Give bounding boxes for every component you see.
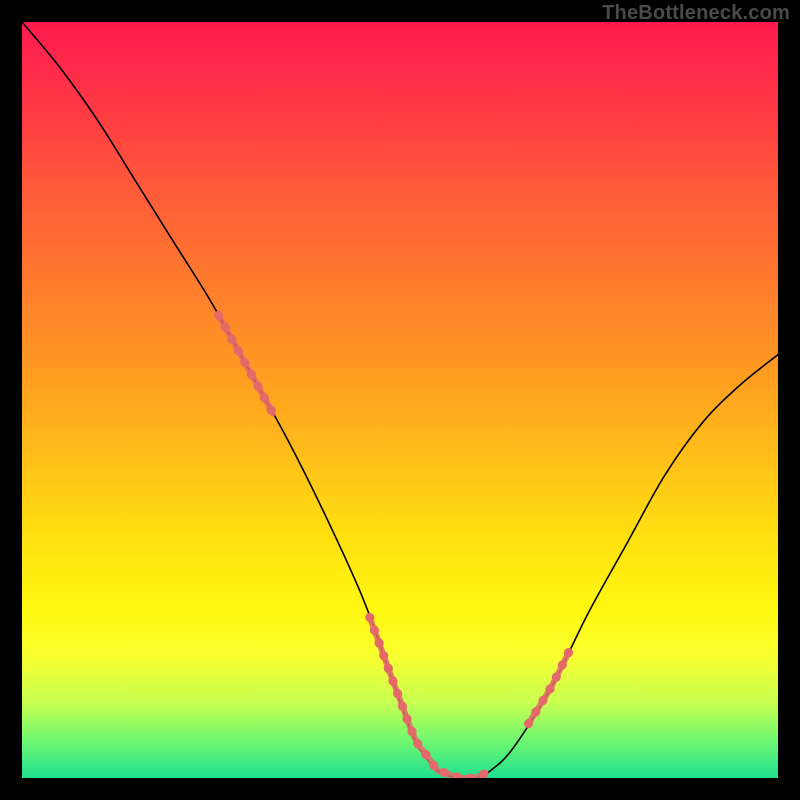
highlight-segment (529, 651, 570, 724)
highlight-segments (219, 315, 570, 778)
highlight-segment-fill (219, 315, 273, 413)
highlight-segment (219, 315, 273, 413)
chart-curve-layer (22, 22, 778, 778)
highlight-segment-fill (370, 617, 486, 778)
highlight-segment (370, 617, 486, 778)
highlight-segment-fill (529, 651, 570, 724)
chart-plot-area (22, 22, 778, 778)
bottleneck-curve (22, 22, 778, 778)
